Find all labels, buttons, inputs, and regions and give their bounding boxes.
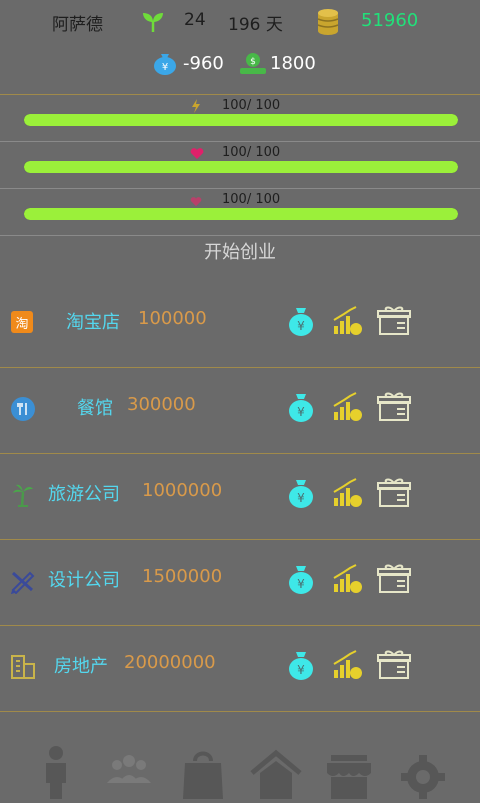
status-header: 阿萨德 24 196 天 51960 ¥ -960 $ 1800 [0, 0, 480, 94]
business-price: 20000000 [124, 652, 216, 673]
shopping-bag-icon[interactable] [177, 743, 229, 799]
stat-health-fill [24, 161, 458, 173]
business-name: 设计公司 [48, 570, 120, 591]
business-name: 房地产 [54, 656, 108, 677]
business-row-design[interactable]: 设计公司 1500000 ¥ [0, 540, 480, 626]
stat-health-text: 100/ 100 [222, 145, 281, 160]
stat-mood-text: 100/ 100 [222, 192, 281, 207]
svg-text:淘: 淘 [15, 317, 28, 332]
gift-exchange-icon[interactable] [377, 562, 411, 596]
person-icon[interactable] [30, 743, 82, 799]
business-row-taobao[interactable]: 淘 淘宝店 100000 ¥ [0, 282, 480, 368]
stat-energy: 100/ 100 [0, 96, 480, 142]
palm-tree-icon [10, 482, 36, 508]
upgrade-chart-icon[interactable] [330, 562, 364, 596]
sprout-icon [140, 10, 166, 38]
invest-money-bag-icon[interactable]: ¥ [284, 648, 318, 682]
divider [0, 94, 480, 95]
gift-exchange-icon[interactable] [377, 648, 411, 682]
business-price: 1000000 [142, 480, 223, 501]
svg-text:¥: ¥ [162, 62, 168, 73]
debt-value: -960 [183, 53, 224, 74]
stat-energy-fill [24, 114, 458, 126]
taobao-icon: 淘 [10, 310, 36, 336]
invest-money-bag-icon[interactable]: ¥ [284, 476, 318, 510]
business-name: 淘宝店 [66, 312, 120, 333]
divider [0, 235, 480, 236]
upgrade-chart-icon[interactable] [330, 390, 364, 424]
invest-money-bag-icon[interactable]: ¥ [284, 390, 318, 424]
settings-gear-icon[interactable] [397, 743, 449, 799]
business-row-travel[interactable]: 旅游公司 1000000 ¥ [0, 454, 480, 540]
svg-text:$: $ [250, 57, 256, 67]
stat-energy-text: 100/ 100 [222, 98, 281, 113]
svg-text:¥: ¥ [297, 319, 305, 333]
stat-mood: 100/ 100 [0, 190, 480, 236]
section-title: 开始创业 [204, 242, 276, 263]
stat-health-bar [24, 161, 458, 173]
business-price: 100000 [138, 308, 207, 329]
stat-mood-fill [24, 208, 458, 220]
invest-money-bag-icon[interactable]: ¥ [284, 304, 318, 338]
business-name: 餐馆 [77, 398, 113, 419]
divider [0, 711, 480, 712]
svg-text:¥: ¥ [297, 405, 305, 419]
building-icon [10, 654, 36, 680]
stat-health: 100/ 100 [0, 143, 480, 189]
coins-icon [316, 8, 340, 40]
divider [0, 188, 480, 189]
header-row-bottom: ¥ -960 $ 1800 [0, 50, 480, 78]
stat-energy-bar [24, 114, 458, 126]
days-value: 196 天 [228, 15, 283, 35]
divider [0, 141, 480, 142]
store-icon[interactable] [323, 743, 375, 799]
svg-text:¥: ¥ [297, 577, 305, 591]
business-price: 1500000 [142, 566, 223, 587]
design-tools-icon [10, 568, 36, 595]
upgrade-chart-icon[interactable] [330, 304, 364, 338]
income-value: 1800 [270, 53, 316, 74]
invest-money-bag-icon[interactable]: ¥ [284, 562, 318, 596]
gift-exchange-icon[interactable] [377, 304, 411, 338]
bottom-nav [0, 735, 480, 800]
money-value: 51960 [361, 10, 419, 31]
people-icon[interactable] [103, 743, 155, 799]
income-icon: $ [238, 50, 268, 82]
gift-exchange-icon[interactable] [377, 476, 411, 510]
gift-exchange-icon[interactable] [377, 390, 411, 424]
home-icon[interactable] [250, 743, 302, 799]
upgrade-chart-icon[interactable] [330, 648, 364, 682]
player-name: 阿萨德 [52, 15, 103, 35]
svg-text:¥: ¥ [297, 491, 305, 505]
restaurant-icon [10, 396, 36, 422]
header-row-top: 阿萨德 24 196 天 51960 [0, 8, 480, 35]
svg-text:¥: ¥ [297, 663, 305, 677]
money-bag-icon: ¥ [152, 50, 178, 80]
age-value: 24 [184, 10, 206, 30]
business-name: 旅游公司 [48, 484, 120, 505]
business-price: 300000 [127, 394, 196, 415]
stat-mood-bar [24, 208, 458, 220]
business-row-real-estate[interactable]: 房地产 20000000 ¥ [0, 626, 480, 712]
upgrade-chart-icon[interactable] [330, 476, 364, 510]
business-row-restaurant[interactable]: 餐馆 300000 ¥ [0, 368, 480, 454]
